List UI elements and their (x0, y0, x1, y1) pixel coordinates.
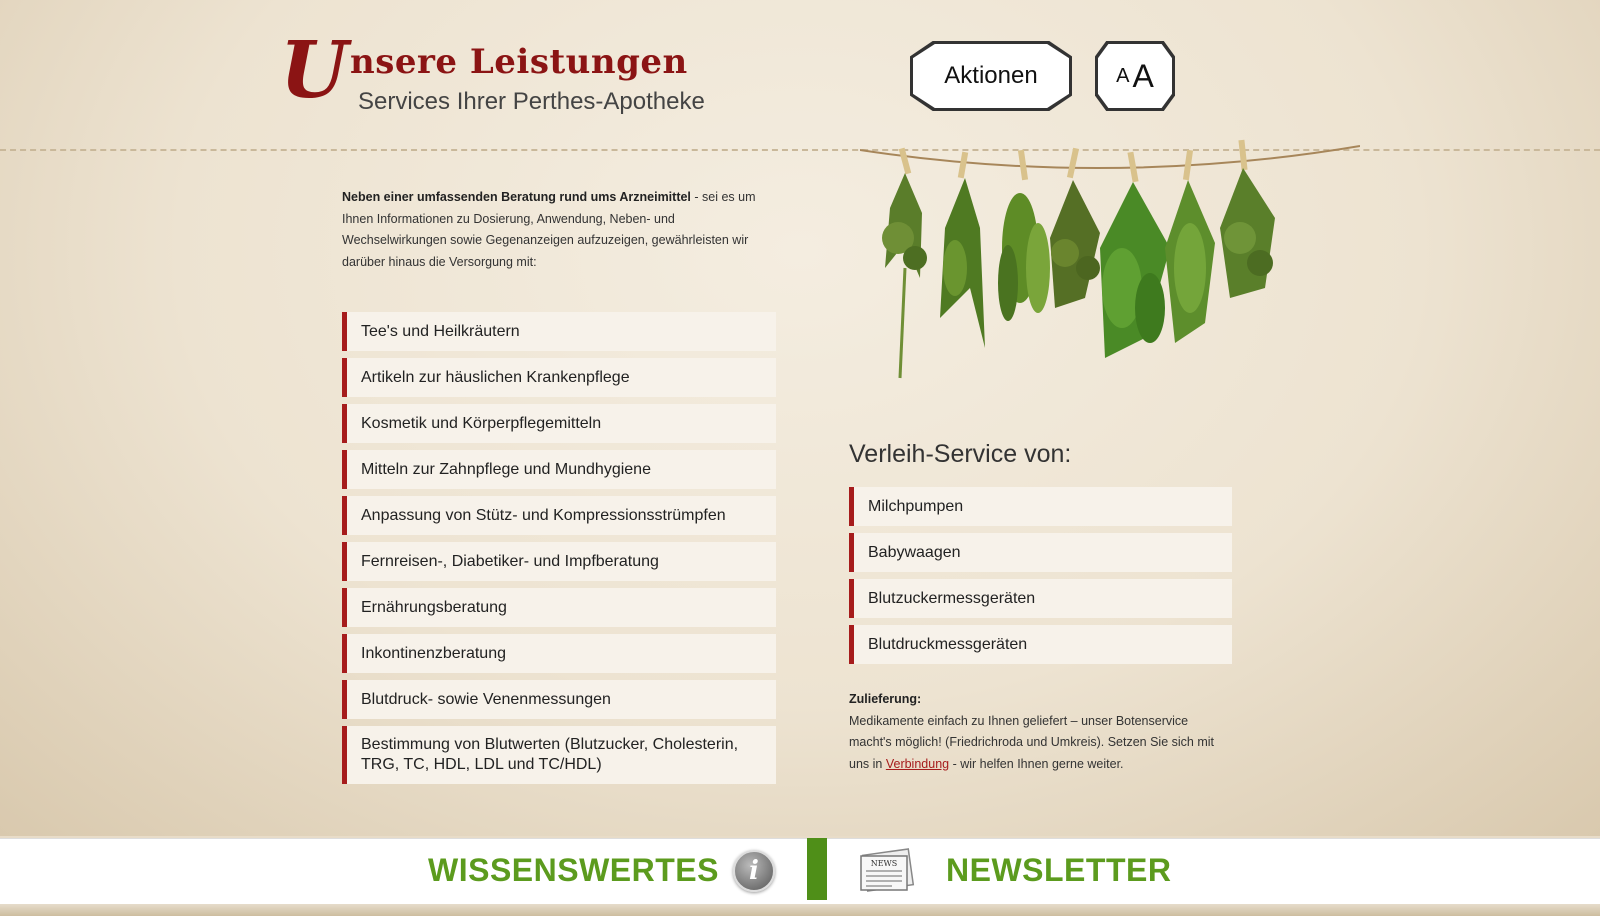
list-item[interactable]: Kosmetik und Körperpflegemitteln (342, 404, 776, 443)
zulieferung-text: Zulieferung: Medikamente einfach zu Ihne… (849, 689, 1229, 775)
info-glyph: i (749, 856, 759, 886)
herb-bundle-2 (940, 151, 985, 348)
footer-strip (0, 904, 1600, 916)
footer-bar (0, 838, 1600, 904)
svg-text:NEWS: NEWS (871, 859, 898, 868)
dashed-divider (0, 149, 1600, 151)
herbs-illustration (860, 139, 1360, 379)
font-size-button[interactable]: A A (1095, 41, 1175, 111)
aktionen-label: Aktionen (944, 62, 1038, 89)
list-item[interactable]: Tee's und Heilkräutern (342, 312, 776, 351)
list-item[interactable]: Fernreisen-, Diabetiker- und Impfberatun… (342, 542, 776, 581)
zulieferung-body-end: - wir helfen Ihnen gerne weiter. (949, 756, 1124, 771)
zulieferung-heading: Zulieferung: (849, 692, 922, 706)
font-size-small: A (1116, 64, 1130, 87)
font-size-large: A (1132, 57, 1154, 94)
newsletter-link[interactable]: NEWSLETTER (946, 852, 1171, 889)
herb-bundle-5 (1100, 151, 1170, 358)
herb-bundle-6 (1165, 149, 1215, 343)
footer-divider (807, 838, 827, 900)
verbindung-link[interactable]: Verbindung (886, 757, 949, 771)
list-item[interactable]: Blutdruck- sowie Venenmessungen (342, 680, 776, 719)
aktionen-button[interactable]: Aktionen (910, 41, 1072, 111)
list-item[interactable]: Blutzuckermessgeräten (849, 579, 1232, 618)
list-item[interactable]: Babywaagen (849, 533, 1232, 572)
intro-text: Neben einer umfassenden Beratung rund um… (342, 187, 762, 273)
intro-bold: Neben einer umfassenden Beratung rund um… (342, 190, 691, 204)
info-icon[interactable]: i (733, 850, 775, 892)
page-background (0, 0, 1600, 836)
page-subtitle: Services Ihrer Perthes-Apotheke (358, 88, 705, 115)
list-item[interactable]: Blutdruckmessgeräten (849, 625, 1232, 664)
verleih-list: Milchpumpen Babywaagen Blutzuckermessger… (849, 487, 1232, 671)
list-item[interactable]: Anpassung von Stütz- und Kompressionsstr… (342, 496, 776, 535)
list-item[interactable]: Milchpumpen (849, 487, 1232, 526)
wissenswertes-link[interactable]: WISSENSWERTES (428, 852, 719, 889)
list-item[interactable]: Bestimmung von Blutwerten (Blutzucker, C… (342, 726, 776, 784)
logo-initial: U (280, 25, 349, 116)
herb-bundle-4 (1050, 147, 1100, 308)
verleih-heading: Verleih-Service von: (849, 440, 1072, 468)
list-item[interactable]: Artikeln zur häuslichen Krankenpflege (342, 358, 776, 397)
list-item[interactable]: Inkontinenzberatung (342, 634, 776, 673)
services-list: Tee's und Heilkräutern Artikeln zur häus… (342, 312, 776, 791)
page-title: nsere Leistungen (350, 42, 688, 82)
newspaper-icon[interactable]: NEWS (857, 846, 919, 894)
herb-bundle-3 (998, 149, 1050, 321)
list-item[interactable]: Mitteln zur Zahnpflege und Mundhygiene (342, 450, 776, 489)
herb-bundle-1 (882, 147, 927, 379)
list-item[interactable]: Ernährungsberatung (342, 588, 776, 627)
